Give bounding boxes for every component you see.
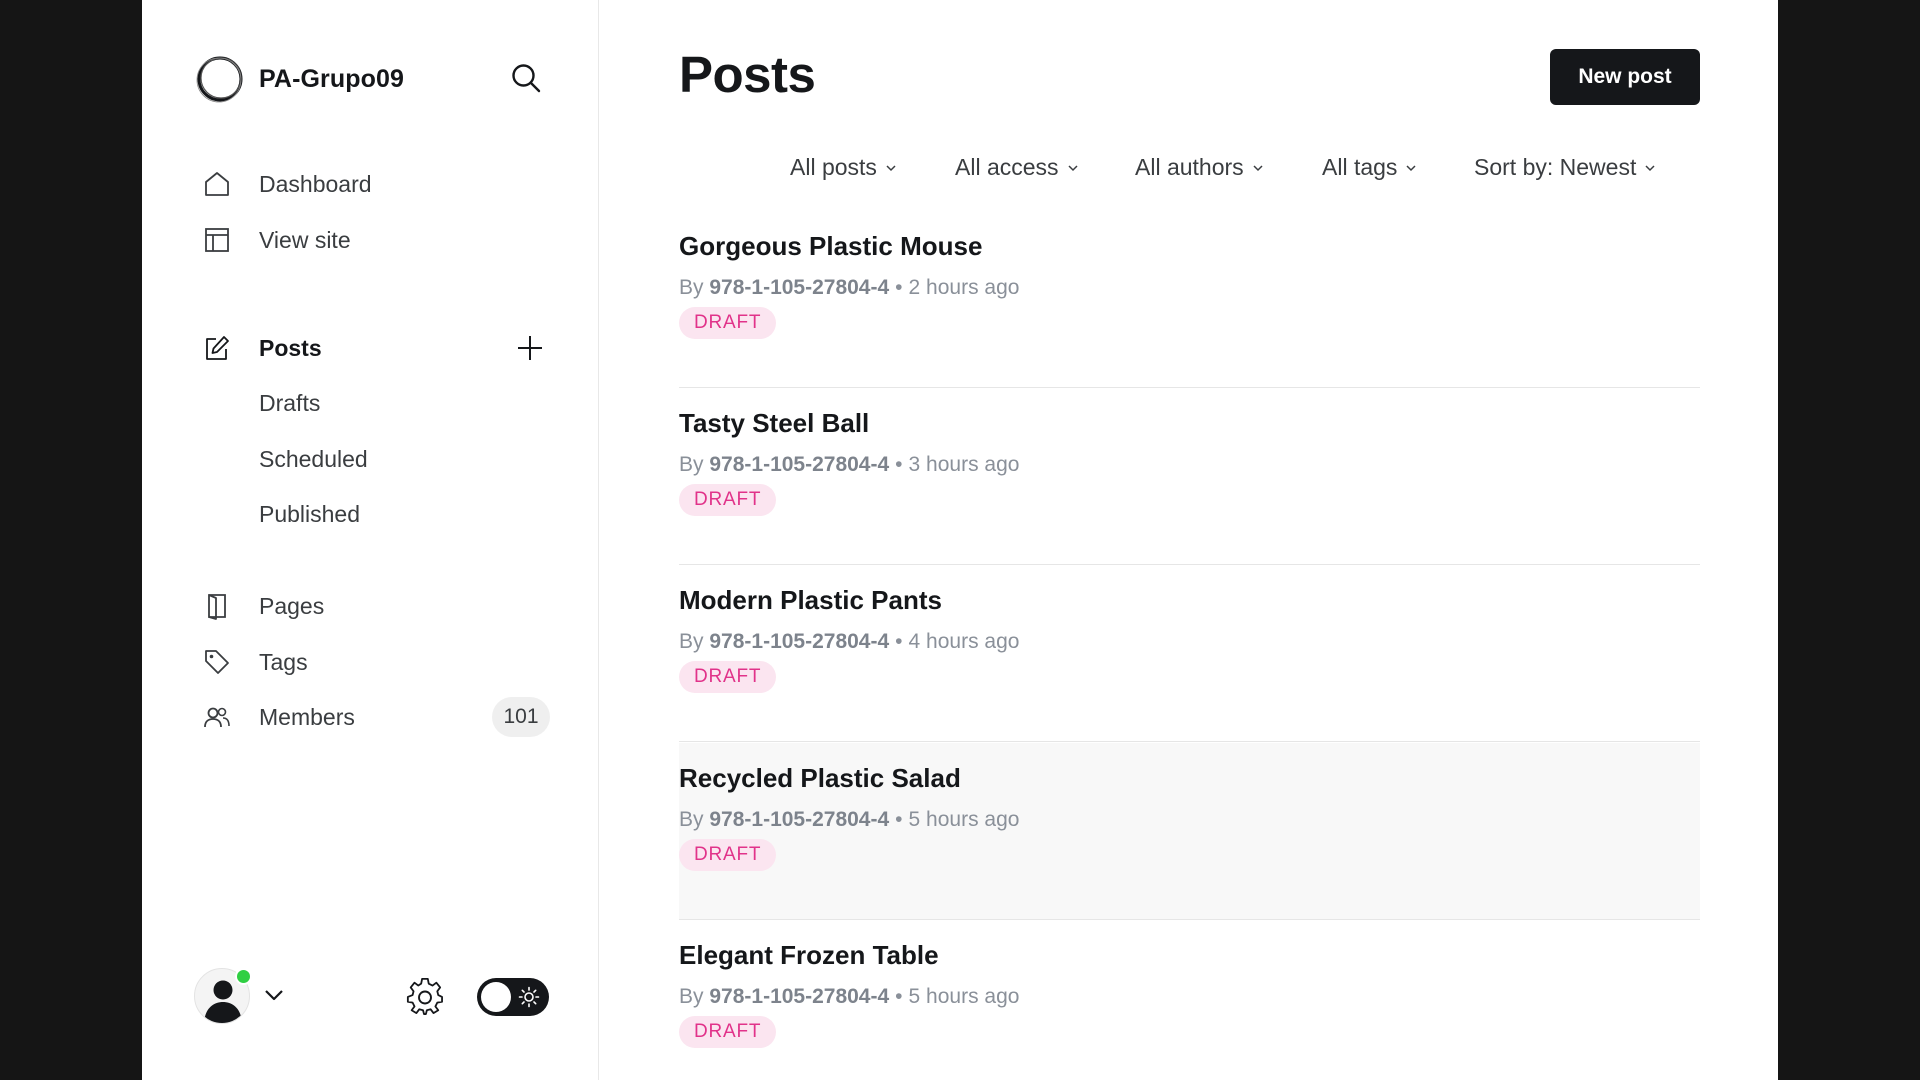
- post-title: Recycled Plastic Salad: [679, 763, 961, 793]
- search-button[interactable]: [508, 60, 544, 96]
- post-title: Tasty Steel Ball: [679, 408, 870, 438]
- circle-logo-icon: [196, 56, 243, 103]
- sidebar-item-label: View site: [259, 226, 351, 253]
- new-post-button[interactable]: New post: [1550, 49, 1700, 105]
- status-badge: DRAFT: [679, 1016, 777, 1048]
- sidebar-item-pages[interactable]: Pages: [202, 586, 324, 626]
- post-time: 2 hours ago: [908, 276, 1020, 299]
- app-window: PA-Grupo09 Dashboard View site Posts Dra…: [142, 0, 1778, 1080]
- post-row[interactable]: Tasty Steel Ball By 978-1-105-27804-4 • 3 …: [679, 388, 1700, 565]
- by-label: By: [679, 276, 704, 299]
- filter-label: All tags: [1322, 154, 1398, 180]
- sidebar: PA-Grupo09 Dashboard View site Posts Dra…: [142, 0, 599, 1080]
- gear-icon: [406, 977, 443, 1015]
- post-row[interactable]: Gorgeous Plastic Mouse By 978-1-105-2780…: [679, 211, 1700, 388]
- sidebar-item-members[interactable]: Members: [202, 697, 355, 737]
- home-icon: [202, 169, 232, 199]
- post-meta: By 978-1-105-27804-4 • 2 hours ago: [679, 276, 1019, 300]
- post-row[interactable]: Elegant Frozen Table By 978-1-105-27804-…: [679, 920, 1700, 1080]
- chevron-down-icon: [1406, 164, 1416, 171]
- settings-button[interactable]: [405, 977, 445, 1017]
- by-label: By: [679, 630, 704, 653]
- filter-sort[interactable]: Sort by: Newest: [1474, 154, 1656, 181]
- chevron-down-icon: [886, 164, 896, 171]
- tag-icon: [202, 647, 232, 677]
- toggle-knob: [481, 982, 511, 1012]
- post-time: 4 hours ago: [908, 630, 1020, 653]
- by-label: By: [679, 808, 704, 831]
- post-time: 5 hours ago: [908, 985, 1020, 1008]
- filter-post-type[interactable]: All posts: [790, 154, 897, 181]
- sidebar-item-label: Posts: [259, 334, 322, 361]
- plus-icon: [518, 336, 542, 360]
- separator-dot: •: [895, 453, 903, 476]
- post-meta: By 978-1-105-27804-4 • 5 hours ago: [679, 985, 1019, 1009]
- online-status-dot: [235, 968, 252, 985]
- theme-toggle[interactable]: [477, 978, 549, 1016]
- post-author: 978-1-105-27804-4: [709, 630, 890, 653]
- separator-dot: •: [895, 808, 903, 831]
- post-meta: By 978-1-105-27804-4 • 5 hours ago: [679, 808, 1019, 832]
- post-row[interactable]: Modern Plastic Pants By 978-1-105-27804-…: [679, 565, 1700, 742]
- separator-dot: •: [895, 630, 903, 653]
- chevron-down-icon: [1068, 164, 1078, 171]
- sidebar-item-published[interactable]: Published: [259, 501, 360, 528]
- chevron-down-icon: [1645, 164, 1655, 171]
- post-title: Elegant Frozen Table: [679, 940, 939, 970]
- sidebar-item-view-site[interactable]: View site: [202, 220, 351, 260]
- sun-icon: [518, 986, 540, 1008]
- post-author: 978-1-105-27804-4: [709, 985, 890, 1008]
- sidebar-item-dashboard[interactable]: Dashboard: [202, 164, 372, 204]
- sidebar-footer: [194, 965, 554, 1025]
- filter-label: All authors: [1135, 154, 1244, 180]
- post-meta: By 978-1-105-27804-4 • 4 hours ago: [679, 630, 1019, 654]
- filter-label: All posts: [790, 154, 877, 180]
- sidebar-item-label: Tags: [259, 648, 308, 675]
- edit-icon: [202, 333, 232, 363]
- members-icon: [202, 702, 232, 732]
- sidebar-item-drafts[interactable]: Drafts: [259, 390, 320, 417]
- filter-access[interactable]: All access: [955, 154, 1079, 181]
- main-content: Posts New post All posts All access All …: [599, 0, 1778, 1080]
- search-icon: [512, 64, 541, 93]
- post-author: 978-1-105-27804-4: [709, 808, 890, 831]
- post-title: Gorgeous Plastic Mouse: [679, 231, 983, 261]
- post-author: 978-1-105-27804-4: [709, 276, 890, 299]
- post-meta: By 978-1-105-27804-4 • 3 hours ago: [679, 453, 1019, 477]
- page-icon: [202, 591, 232, 621]
- status-badge: DRAFT: [679, 307, 777, 339]
- sidebar-item-scheduled[interactable]: Scheduled: [259, 446, 368, 473]
- post-author: 978-1-105-27804-4: [709, 453, 890, 476]
- add-post-button[interactable]: [514, 332, 546, 364]
- chevron-down-icon[interactable]: [262, 983, 286, 1007]
- filter-label: All access: [955, 154, 1059, 180]
- post-row[interactable]: Recycled Plastic Salad By 978-1-105-2780…: [679, 743, 1700, 920]
- separator-dot: •: [895, 276, 903, 299]
- sidebar-item-posts[interactable]: Posts: [202, 328, 322, 368]
- sidebar-item-label: Dashboard: [259, 170, 372, 197]
- site-name: PA-Grupo09: [259, 64, 404, 93]
- members-count-badge: 101: [492, 697, 550, 737]
- user-menu[interactable]: [194, 968, 252, 1026]
- post-title: Modern Plastic Pants: [679, 585, 942, 615]
- by-label: By: [679, 453, 704, 476]
- sidebar-item-tags[interactable]: Tags: [202, 642, 308, 682]
- separator-dot: •: [895, 985, 903, 1008]
- status-badge: DRAFT: [679, 839, 777, 871]
- post-time: 3 hours ago: [908, 453, 1020, 476]
- by-label: By: [679, 985, 704, 1008]
- brand[interactable]: PA-Grupo09: [195, 54, 404, 104]
- post-time: 5 hours ago: [908, 808, 1020, 831]
- status-badge: DRAFT: [679, 661, 777, 693]
- page-title: Posts: [679, 46, 816, 103]
- sidebar-item-label: Members: [259, 703, 355, 730]
- sidebar-item-label: Pages: [259, 592, 325, 619]
- chevron-down-icon: [1253, 164, 1263, 171]
- layout-icon: [202, 225, 232, 255]
- filter-bar: All posts All access All authors All tag…: [599, 154, 1778, 186]
- filter-authors[interactable]: All authors: [1135, 154, 1264, 181]
- status-badge: DRAFT: [679, 484, 777, 516]
- filter-tags[interactable]: All tags: [1322, 154, 1417, 181]
- filter-label: Sort by: Newest: [1474, 154, 1637, 180]
